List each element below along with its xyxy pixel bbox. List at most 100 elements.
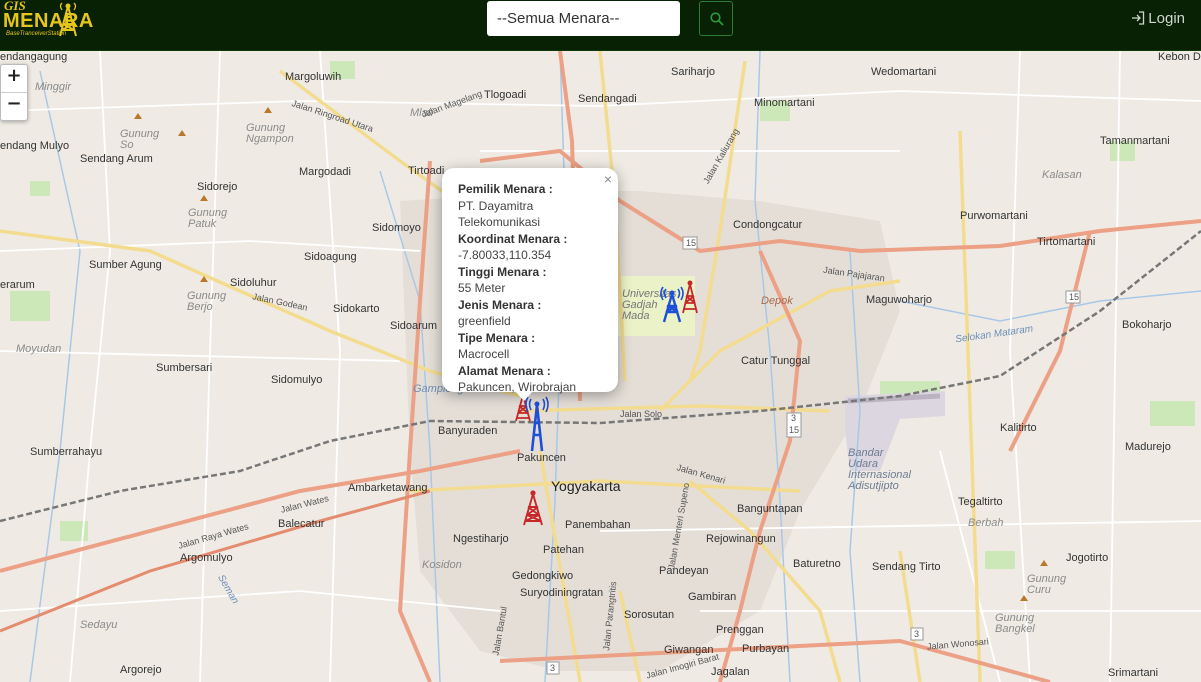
map-view[interactable]: endangagung Margoluwih Sariharjo Wedomar… xyxy=(0,51,1201,682)
map-label: Sidorejo xyxy=(197,181,238,193)
map-label: Jagalan xyxy=(711,666,750,678)
map-label: Sumbersari xyxy=(156,362,213,374)
search-button[interactable] xyxy=(699,1,733,36)
map-label: endang Mulyo xyxy=(0,140,70,152)
map-label: Sedayu xyxy=(80,619,118,631)
route-shield-label: 3 xyxy=(550,663,556,673)
map-label: Ambarketawang xyxy=(348,482,428,494)
map-label: Minomartani xyxy=(754,97,815,109)
map-label: Tamanmartani xyxy=(1100,135,1170,147)
map-label: Sidomoyo xyxy=(372,222,421,234)
map-label: Purwomartani xyxy=(960,210,1028,222)
map-label: Kosidon xyxy=(422,559,462,571)
tower-logo-icon xyxy=(59,2,77,37)
map-label: Rejowinangun xyxy=(706,533,776,545)
map-label: Panembahan xyxy=(565,519,631,531)
popup-tip xyxy=(515,391,533,401)
map-label: Sidoluhur xyxy=(230,277,277,289)
tower-filter-select[interactable]: --Semua Menara-- xyxy=(487,1,680,36)
map-label: Gunung So xyxy=(120,128,160,151)
map-label: Purbayan xyxy=(742,643,790,655)
popup-field-key: Koordinat Menara : xyxy=(458,231,568,246)
map-label: Maguwoharjo xyxy=(866,294,933,306)
map-label: Argorejo xyxy=(120,664,162,676)
map-label: Berbah xyxy=(968,517,1004,529)
map-label: Sariharjo xyxy=(671,66,716,78)
map-label: Sidokarto xyxy=(333,303,380,315)
popup-field-value: PT. Dayamitra Telekomunikasi xyxy=(458,198,541,230)
tower-marker-red-icon[interactable] xyxy=(522,489,544,527)
popup-field-key: Tipe Menara : xyxy=(458,330,536,345)
map-label: Bandar Udara Internasional Adisutjipto xyxy=(848,447,911,492)
map-label: Sidoarum xyxy=(390,320,438,332)
map-label: Baturetno xyxy=(793,558,841,570)
popup-field-key: Alamat Menara : xyxy=(458,363,551,378)
map-label: Yogyakarta xyxy=(551,478,621,494)
map-label: Jogotirto xyxy=(1066,552,1109,564)
navbar: GIS MENARA BaseTranceiverStation --Semua… xyxy=(0,0,1201,51)
map-label: Kebon Dalem xyxy=(1158,51,1201,63)
popup-field-value: Macrocell xyxy=(458,347,510,361)
popup-close-button[interactable]: × xyxy=(604,171,612,187)
map-label: Ngestiharjo xyxy=(453,533,509,545)
map-label: Gedongkiwo xyxy=(512,570,574,582)
route-shield-label: 15 xyxy=(789,425,800,435)
logo-text-menara: MENARA xyxy=(3,10,94,32)
map-label: Suryodiningratan xyxy=(520,587,604,599)
map-label: Sidoagung xyxy=(304,251,357,263)
map-label: Moyudan xyxy=(16,343,62,355)
route-shield-label: 15 xyxy=(1069,292,1080,302)
map-label: Margoluwih xyxy=(285,71,342,83)
login-link[interactable]: Login xyxy=(1131,10,1185,27)
map-label: Sumber Agung xyxy=(89,259,162,271)
route-shield-label: 15 xyxy=(686,238,697,248)
map-label: Depok xyxy=(761,295,793,307)
map-label: Catur Tunggal xyxy=(741,355,811,367)
map-label: Patehan xyxy=(543,544,584,556)
map-label: Gambiran xyxy=(688,591,737,603)
map-label: Margodadi xyxy=(299,166,351,178)
map-label: Tirtoadi xyxy=(408,165,445,177)
map-label: Gunung Patuk xyxy=(188,207,228,230)
map-label: Prenggan xyxy=(716,624,764,636)
road-label: Jalan Solo xyxy=(620,409,663,419)
map-label: Sumberrahayu xyxy=(30,446,103,458)
map-label: Sendang Arum xyxy=(80,153,153,165)
map-label: erarum xyxy=(0,279,35,291)
app-logo[interactable]: GIS MENARA BaseTranceiverStation xyxy=(2,0,93,42)
map-label: Kalitirto xyxy=(1000,422,1037,434)
map-label: Tegaltirto xyxy=(958,496,1003,508)
map-label: Gunung Berjo xyxy=(187,290,227,313)
map-label: Banguntapan xyxy=(737,503,803,515)
popup-field-value: greenfield xyxy=(458,314,511,328)
popup-field-value: -7.80033,110.354 xyxy=(458,248,552,262)
zoom-in-button[interactable]: + xyxy=(1,65,27,92)
map-label: Gunung Ngampon xyxy=(246,122,294,145)
zoom-out-button[interactable]: − xyxy=(1,92,27,120)
map-label: endangagung xyxy=(0,51,68,63)
map-label: Minggir xyxy=(35,81,72,93)
login-label: Login xyxy=(1148,10,1185,27)
map-label: Sendangadi xyxy=(578,93,637,105)
map-label: Wedomartani xyxy=(871,66,937,78)
popup-field-value: 55 Meter xyxy=(458,281,506,295)
map-label: Gunung Bangkel xyxy=(995,612,1035,635)
map-label: Argomulyo xyxy=(180,552,233,564)
map-label: Pakuncen xyxy=(517,452,566,464)
search-icon xyxy=(710,12,724,26)
map-label: Sorosutan xyxy=(624,609,675,621)
popup-field-key: Tinggi Menara : xyxy=(458,264,547,279)
map-label: Balecatur xyxy=(278,518,325,530)
map-label: Gunung Curu xyxy=(1027,573,1067,596)
map-label: Kalasan xyxy=(1042,169,1082,181)
login-icon xyxy=(1132,11,1145,25)
map-label: Sendang Tirto xyxy=(872,561,941,573)
map-label: Banyuraden xyxy=(438,425,498,437)
route-shield-label: 3 xyxy=(914,629,920,639)
tower-marker-red-icon[interactable] xyxy=(681,279,699,315)
tower-info-popup: × Pemilik Menara : PT. Dayamitra Telekom… xyxy=(442,168,618,394)
map-label: Bokoharjo xyxy=(1122,319,1172,331)
tower-marker-blue-icon[interactable] xyxy=(524,395,550,453)
map-label: Tlogoadi xyxy=(484,89,527,101)
map-label: Srimartani xyxy=(1108,667,1159,679)
